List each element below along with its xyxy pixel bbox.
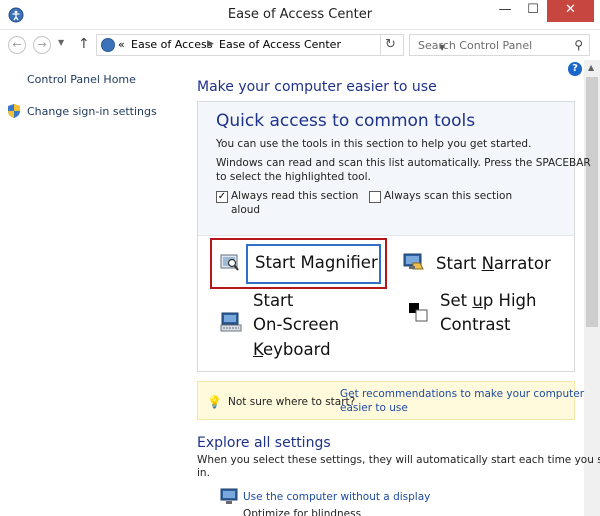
start-osk-line2[interactable]: On-Screen bbox=[253, 313, 339, 338]
explore-description: When you select these settings, they wil… bbox=[197, 454, 600, 466]
always-read-label-2[interactable]: aloud bbox=[231, 204, 260, 216]
sidebar-item-control-panel-home[interactable]: Control Panel Home bbox=[27, 73, 136, 86]
tip-box: 💡 Not sure where to start? Get recommend… bbox=[197, 381, 584, 420]
search-icon[interactable]: ⚲ bbox=[574, 38, 583, 52]
explore-description-2: in. bbox=[197, 467, 210, 479]
high-contrast-icon[interactable] bbox=[408, 302, 428, 322]
breadcrumb-ease-of-access[interactable]: Ease of Access bbox=[131, 38, 212, 51]
osk-label-rest[interactable]: eyboard bbox=[263, 340, 331, 359]
on-screen-keyboard-icon[interactable] bbox=[220, 312, 242, 332]
hc-label-prefix[interactable]: Set bbox=[440, 291, 472, 310]
start-magnifier-button[interactable]: Start Magnifier bbox=[246, 244, 381, 284]
recent-locations-dropdown[interactable]: ▼ bbox=[58, 38, 64, 47]
explore-heading: Explore all settings bbox=[197, 435, 331, 451]
tip-text: Not sure where to start? bbox=[228, 396, 356, 408]
magnifier-icon[interactable] bbox=[220, 254, 240, 272]
quick-access-instructions-1: Windows can read and scan this list auto… bbox=[216, 157, 591, 169]
navigation-bar: ← → ▼ ↑ « Ease of Access ▶ Ease of Acces… bbox=[0, 30, 600, 60]
sidebar-item-change-sign-in-settings[interactable]: Change sign-in settings bbox=[27, 105, 157, 118]
quick-access-header: Quick access to common tools You can use… bbox=[198, 102, 591, 236]
start-osk-button[interactable]: Keyboard bbox=[253, 338, 331, 363]
high-contrast-line2[interactable]: Contrast bbox=[440, 313, 511, 338]
narrator-label-rest[interactable]: arrator bbox=[494, 254, 551, 273]
address-bar[interactable]: « Ease of Access ▶ Ease of Access Center… bbox=[96, 34, 445, 56]
get-recommendations-link-2[interactable]: easier to use bbox=[340, 402, 408, 414]
help-icon[interactable]: ? bbox=[568, 62, 582, 76]
maximize-button[interactable]: ☐ bbox=[519, 0, 547, 22]
chevron-right-icon[interactable]: ▶ bbox=[207, 39, 214, 49]
start-osk-line1[interactable]: Start bbox=[253, 289, 293, 314]
hc-label-accel[interactable]: u bbox=[472, 291, 482, 310]
refresh-button[interactable]: ↻ bbox=[378, 34, 404, 56]
use-without-display-link[interactable]: Use the computer without a display bbox=[243, 491, 430, 503]
narrator-label-prefix[interactable]: Start bbox=[436, 254, 482, 273]
title-bar: Ease of Access Center — ☐ ✕ bbox=[0, 0, 600, 30]
close-button[interactable]: ✕ bbox=[547, 0, 594, 22]
start-magnifier-label[interactable]: Start Magnifier bbox=[255, 251, 378, 276]
back-button[interactable]: ← bbox=[8, 36, 26, 54]
breadcrumb-ease-of-access-center[interactable]: Ease of Access Center bbox=[219, 38, 341, 51]
narrator-icon[interactable] bbox=[403, 251, 425, 273]
display-icon[interactable] bbox=[220, 488, 240, 506]
lightbulb-icon: 💡 bbox=[207, 395, 222, 409]
use-without-display-description: Optimize for blindness bbox=[243, 508, 362, 516]
quick-access-title: Quick access to common tools bbox=[216, 111, 476, 131]
up-button[interactable]: ↑ bbox=[78, 36, 90, 52]
page-title: Make your computer easier to use bbox=[197, 79, 437, 95]
scroll-thumb[interactable] bbox=[586, 77, 598, 327]
search-input[interactable]: Search Control Panel bbox=[418, 39, 532, 52]
always-scan-label[interactable]: Always scan this section bbox=[384, 190, 512, 202]
breadcrumb-overflow[interactable]: « bbox=[118, 38, 125, 51]
get-recommendations-link[interactable]: Get recommendations to make your compute… bbox=[340, 388, 584, 400]
always-scan-checkbox[interactable] bbox=[369, 191, 381, 203]
control-panel-icon bbox=[101, 38, 115, 52]
minimize-button[interactable]: — bbox=[491, 0, 519, 22]
forward-button[interactable]: → bbox=[33, 36, 51, 54]
search-box[interactable]: Search Control Panel ⚲ bbox=[409, 34, 590, 56]
always-read-label[interactable]: Always read this section bbox=[231, 190, 358, 202]
start-narrator-button[interactable]: Start Narrator bbox=[436, 252, 551, 277]
set-up-high-contrast-button[interactable]: Set up High bbox=[440, 289, 536, 314]
scroll-up-arrow[interactable]: ▲ bbox=[588, 63, 594, 72]
shield-icon bbox=[8, 104, 20, 118]
osk-label-accel[interactable]: K bbox=[253, 340, 263, 359]
quick-access-description: You can use the tools in this section to… bbox=[216, 138, 532, 150]
narrator-label-accel[interactable]: N bbox=[482, 254, 494, 273]
quick-access-instructions-2: to select the highlighted tool. bbox=[216, 171, 371, 183]
always-read-checkbox[interactable]: ✓ bbox=[216, 191, 228, 203]
hc-label-rest[interactable]: p High bbox=[483, 291, 537, 310]
